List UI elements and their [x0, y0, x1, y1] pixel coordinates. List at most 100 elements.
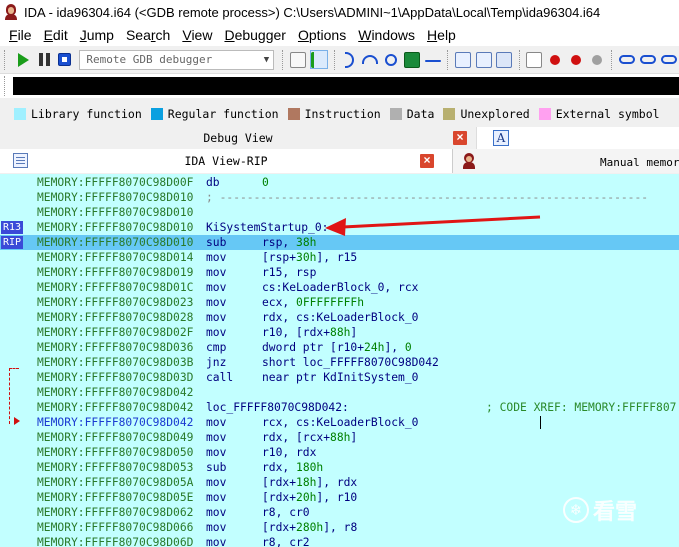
run-until-return-button[interactable] — [383, 50, 400, 69]
disasm-line[interactable]: MEMORY:FFFFF8070C98D03B jnz short loc_FFFF… — [0, 355, 679, 370]
mnemonic: mov — [206, 296, 227, 309]
operands[interactable]: rdx, 180h — [262, 460, 323, 475]
watch-view-button[interactable] — [618, 50, 635, 69]
disasm-line[interactable]: MEMORY:FFFFF8070C98D042 loc_FFFFF8070C98D… — [0, 400, 679, 415]
operands[interactable]: r10, [rdx+88h] — [262, 325, 357, 340]
toolbar-grip[interactable] — [4, 49, 7, 70]
disasm-line[interactable]: MEMORY:FFFFF8070C98D010 sub rsp, 38h — [0, 235, 679, 250]
disasm-line[interactable]: MEMORY:FFFFF8070C98D010 ; ---------------… — [0, 190, 679, 205]
debug-view-tab-row: Debug View × A — [0, 127, 679, 149]
disassembly-view[interactable]: ❄ 看雪 MEMORY:FFFFF8070C98D00F db 0 MEMORY:FF… — [0, 174, 679, 547]
terminate-process-button[interactable] — [57, 50, 74, 69]
disasm-line[interactable]: MEMORY:FFFFF8070C98D019 mov r15, rsp — [0, 265, 679, 280]
menu-windows[interactable]: Windows — [352, 27, 421, 43]
disable-breakpoint-button[interactable] — [589, 50, 606, 69]
menu-help[interactable]: Help — [421, 27, 462, 43]
menu-search[interactable]: Search — [120, 27, 176, 43]
navigation-band[interactable] — [13, 77, 679, 95]
operands[interactable]: [rdx+280h], r8 — [262, 520, 357, 535]
show-registers-button[interactable] — [404, 50, 421, 69]
pause-process-button[interactable] — [36, 50, 53, 69]
menu-options[interactable]: Options — [292, 27, 352, 43]
menu-view[interactable]: View — [176, 27, 218, 43]
step-over-button[interactable] — [362, 50, 379, 69]
delete-breakpoint-button[interactable] — [568, 50, 585, 69]
disasm-line[interactable]: MEMORY:FFFFF8070C98D042 — [0, 385, 679, 400]
window-list-button[interactable] — [454, 50, 471, 69]
operands[interactable]: dword ptr [r10+24h], 0 — [262, 340, 412, 355]
debugger-select[interactable]: Remote GDB debugger ▼ — [79, 49, 275, 70]
disasm-line[interactable]: MEMORY:FFFFF8070C98D06D mov r8, cr2 — [0, 535, 679, 547]
operands[interactable]: r10, rdx — [262, 445, 316, 460]
disasm-line[interactable]: MEMORY:FFFFF8070C98D066 mov [rdx+280h], r8 — [0, 520, 679, 535]
separator-comment: ; --------------------------------------… — [206, 191, 649, 204]
operands[interactable]: short loc_FFFFF8070C98D042 — [262, 355, 439, 370]
step-into-button[interactable] — [341, 50, 358, 69]
operands[interactable]: cs:KeLoaderBlock_0, rcx — [262, 280, 418, 295]
disasm-line[interactable]: MEMORY:FFFFF8070C98D036 cmp dword ptr [r10… — [0, 340, 679, 355]
operands[interactable]: 0 — [262, 175, 269, 190]
disasm-line[interactable]: MEMORY:FFFFF8070C98D028 mov rdx, cs:KeLoad… — [0, 310, 679, 325]
disasm-line[interactable]: MEMORY:FFFFF8070C98D03D call near ptr KdIn… — [0, 370, 679, 385]
operands[interactable]: rcx, cs:KeLoaderBlock_0 — [262, 415, 418, 430]
operands[interactable]: r15, rsp — [262, 265, 316, 280]
delete-watch-button[interactable] — [660, 50, 677, 69]
operands[interactable]: ecx, 0FFFFFFFFh — [262, 295, 364, 310]
tab-manual-memory[interactable]: Manual memor — [452, 149, 679, 173]
disasm-line[interactable]: MEMORY:FFFFF8070C98D010 — [0, 205, 679, 220]
xref-comment[interactable]: ; CODE XREF: MEMORY:FFFFF807 — [486, 400, 676, 415]
line-address: MEMORY:FFFFF8070C98D050 — [37, 446, 194, 459]
disassembly-view-icon — [13, 153, 28, 168]
disasm-line[interactable]: MEMORY:FFFFF8070C98D05E mov [rdx+20h], r10 — [0, 490, 679, 505]
operands[interactable]: r8, cr0 — [262, 505, 310, 520]
disasm-line[interactable]: MEMORY:FFFFF8070C98D01C mov cs:KeLoaderBlo… — [0, 280, 679, 295]
tile-windows-button[interactable] — [475, 50, 492, 69]
breakpoint-list-button[interactable] — [526, 50, 543, 69]
operands[interactable]: rsp, 38h — [262, 235, 316, 250]
run-to-line-button[interactable] — [424, 50, 441, 69]
disasm-line[interactable]: MEMORY:FFFFF8070C98D049 mov rdx, [rcx+88h] — [0, 430, 679, 445]
operands[interactable]: rdx, cs:KeLoaderBlock_0 — [262, 310, 418, 325]
add-watch-button[interactable] — [639, 50, 656, 69]
nav-band-grip[interactable] — [4, 76, 7, 96]
disasm-line[interactable]: MEMORY:FFFFF8070C98D053 sub rdx, 180h — [0, 460, 679, 475]
operands[interactable]: rdx, [rcx+88h] — [262, 430, 357, 445]
menu-jump[interactable]: Jump — [74, 27, 120, 43]
close-ida-view-button[interactable]: × — [420, 154, 434, 168]
menu-edit[interactable]: Edit — [38, 27, 74, 43]
step-into-icon — [344, 51, 354, 68]
disasm-line[interactable]: MEMORY:FFFFF8070C98D042 mov rcx, cs:KeLoad… — [0, 415, 679, 430]
line-address: MEMORY:FFFFF8070C98D042 — [37, 401, 194, 414]
operands[interactable]: r8, cr2 — [262, 535, 310, 547]
disasm-line[interactable]: MEMORY:FFFFF8070C98D023 mov ecx, 0FFFFFFFF… — [0, 295, 679, 310]
tab-ida-view-rip[interactable]: IDA View-RIP — [0, 149, 452, 173]
add-breakpoint-button[interactable] — [547, 50, 564, 69]
menu-debugger[interactable]: Debugger — [218, 27, 292, 43]
operands[interactable]: [rdx+18h], rdx — [262, 475, 357, 490]
tab-debug-view[interactable]: Debug View — [0, 127, 476, 149]
continue-process-button[interactable] — [15, 50, 32, 69]
cascade-windows-button[interactable] — [496, 50, 513, 69]
disasm-line[interactable]: MEMORY:FFFFF8070C98D050 mov r10, rdx — [0, 445, 679, 460]
operands[interactable]: [rsp+30h], r15 — [262, 250, 357, 265]
run-to-cursor-button[interactable] — [310, 50, 329, 69]
code-label[interactable]: KiSystemStartup_0: — [206, 220, 328, 235]
disasm-line[interactable]: MEMORY:FFFFF8070C98D05A mov [rdx+18h], rdx — [0, 475, 679, 490]
disasm-line[interactable]: MEMORY:FFFFF8070C98D00F db 0 — [0, 175, 679, 190]
legend-item: Library function — [14, 107, 142, 121]
mnemonic: mov — [206, 536, 227, 547]
disasm-line[interactable]: MEMORY:FFFFF8070C98D014 mov [rsp+30h], r15 — [0, 250, 679, 265]
operands[interactable]: near ptr KdInitSystem_0 — [262, 370, 418, 385]
legend-item: Unexplored — [443, 107, 530, 121]
operands[interactable]: [rdx+20h], r10 — [262, 490, 357, 505]
menu-file[interactable]: File — [3, 27, 38, 43]
disasm-line[interactable]: MEMORY:FFFFF8070C98D062 mov r8, cr0 — [0, 505, 679, 520]
code-label[interactable]: loc_FFFFF8070C98D042: — [206, 400, 349, 415]
legend-label: Library function — [31, 107, 142, 121]
close-debug-view-button[interactable]: × — [453, 131, 467, 145]
disasm-line[interactable]: MEMORY:FFFFF8070C98D02F mov r10, [rdx+88h] — [0, 325, 679, 340]
list-icon — [526, 51, 543, 68]
attach-button[interactable] — [289, 50, 306, 69]
legend-item: Data — [389, 107, 434, 121]
disasm-line[interactable]: MEMORY:FFFFF8070C98D010 KiSystemStartup_0… — [0, 220, 679, 235]
